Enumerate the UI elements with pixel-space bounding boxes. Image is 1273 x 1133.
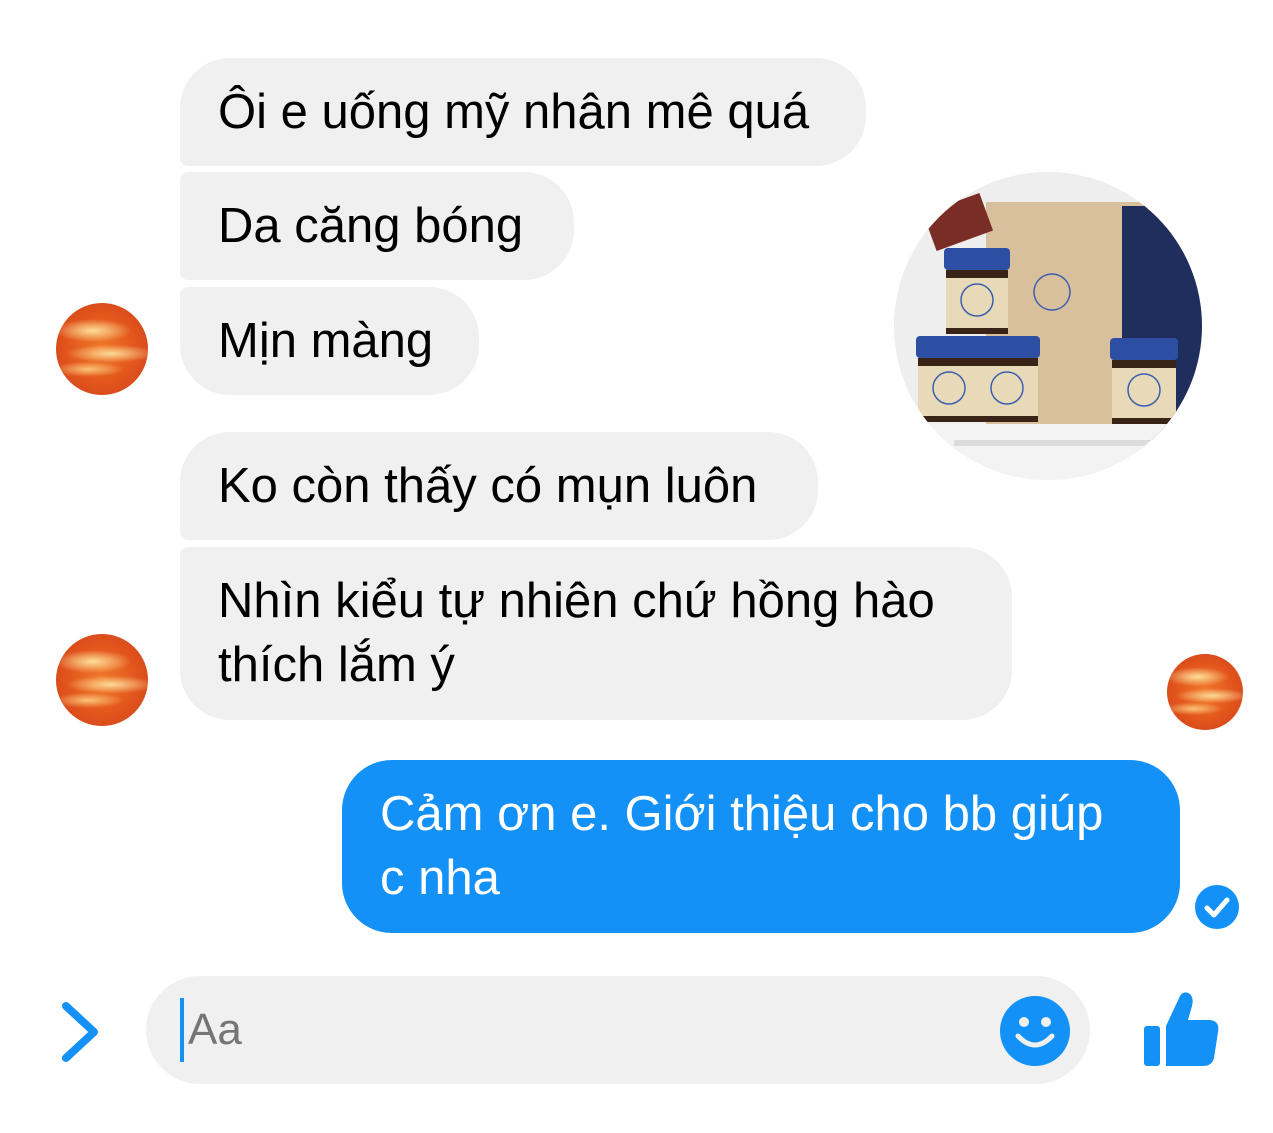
product-photo[interactable] [894,172,1202,480]
message-input[interactable] [182,976,968,1084]
message-bubble-outgoing[interactable]: Cảm ơn e. Giới thiệu cho bb giúp c nha [342,760,1180,933]
smiley-icon[interactable] [998,994,1072,1068]
thumbs-up-icon[interactable] [1140,988,1222,1070]
message-bubble-incoming[interactable]: Mịn màng [180,287,479,395]
message-bubble-incoming[interactable]: Ko còn thấy có mụn luôn [180,432,818,540]
message-composer[interactable] [146,976,1090,1084]
chevron-right-icon[interactable] [56,1000,106,1064]
message-bubble-incoming[interactable]: Da căng bóng [180,172,574,280]
product-box-illustration [894,172,1202,480]
check-circle-icon [1195,885,1239,929]
contact-avatar[interactable] [56,634,148,726]
contact-avatar[interactable] [56,303,148,395]
contact-avatar[interactable] [1167,654,1243,730]
message-bubble-incoming[interactable]: Nhìn kiểu tự nhiên chứ hồng hào thích lắ… [180,547,1012,720]
message-bubble-incoming[interactable]: Ôi e uống mỹ nhân mê quá [180,58,866,166]
